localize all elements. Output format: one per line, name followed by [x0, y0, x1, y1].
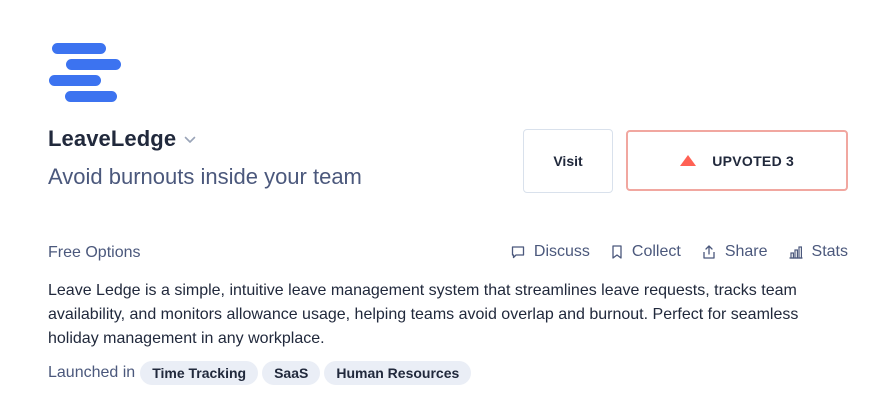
comment-icon [511, 246, 525, 259]
visit-button[interactable]: Visit [523, 129, 613, 193]
tag-human-resources[interactable]: Human Resources [324, 361, 472, 385]
pricing-label: Free Options [48, 244, 141, 261]
tag-time-tracking[interactable]: Time Tracking [140, 361, 259, 385]
bookmark-icon [612, 245, 622, 259]
product-name: LeaveLedge [48, 126, 177, 151]
launched-in-label: Launched in [48, 364, 136, 381]
share-button[interactable]: Share [701, 243, 768, 261]
upvote-count: 3 [785, 152, 794, 169]
share-icon [703, 245, 715, 259]
collect-label: Collect [631, 243, 681, 260]
discuss-label: Discuss [533, 243, 590, 260]
tag-saas[interactable]: SaaS [262, 361, 321, 385]
share-label: Share [724, 243, 768, 260]
product-description: Leave Ledge is a simple, intuitive leave… [48, 282, 799, 347]
triangle-up-icon [680, 155, 697, 166]
stats-label: Stats [811, 243, 848, 260]
upvote-label: UPVOTED [712, 152, 782, 169]
product-title-row: LeaveLedge [48, 124, 196, 154]
collect-button[interactable]: Collect [610, 243, 681, 261]
discuss-button[interactable]: Discuss [510, 243, 590, 261]
stats-button[interactable]: Stats [788, 243, 848, 261]
action-bar: Discuss Collect Share Stats [490, 243, 848, 261]
product-tagline: Avoid burnouts inside your team [48, 164, 362, 189]
chevron-down-icon[interactable] [184, 131, 196, 149]
product-logo [48, 42, 124, 104]
bar-chart-icon [788, 246, 803, 259]
launched-in-row: Launched in Time Tracking SaaS Human Res… [48, 361, 475, 385]
upvote-button[interactable]: UPVOTED 3 [626, 130, 848, 191]
